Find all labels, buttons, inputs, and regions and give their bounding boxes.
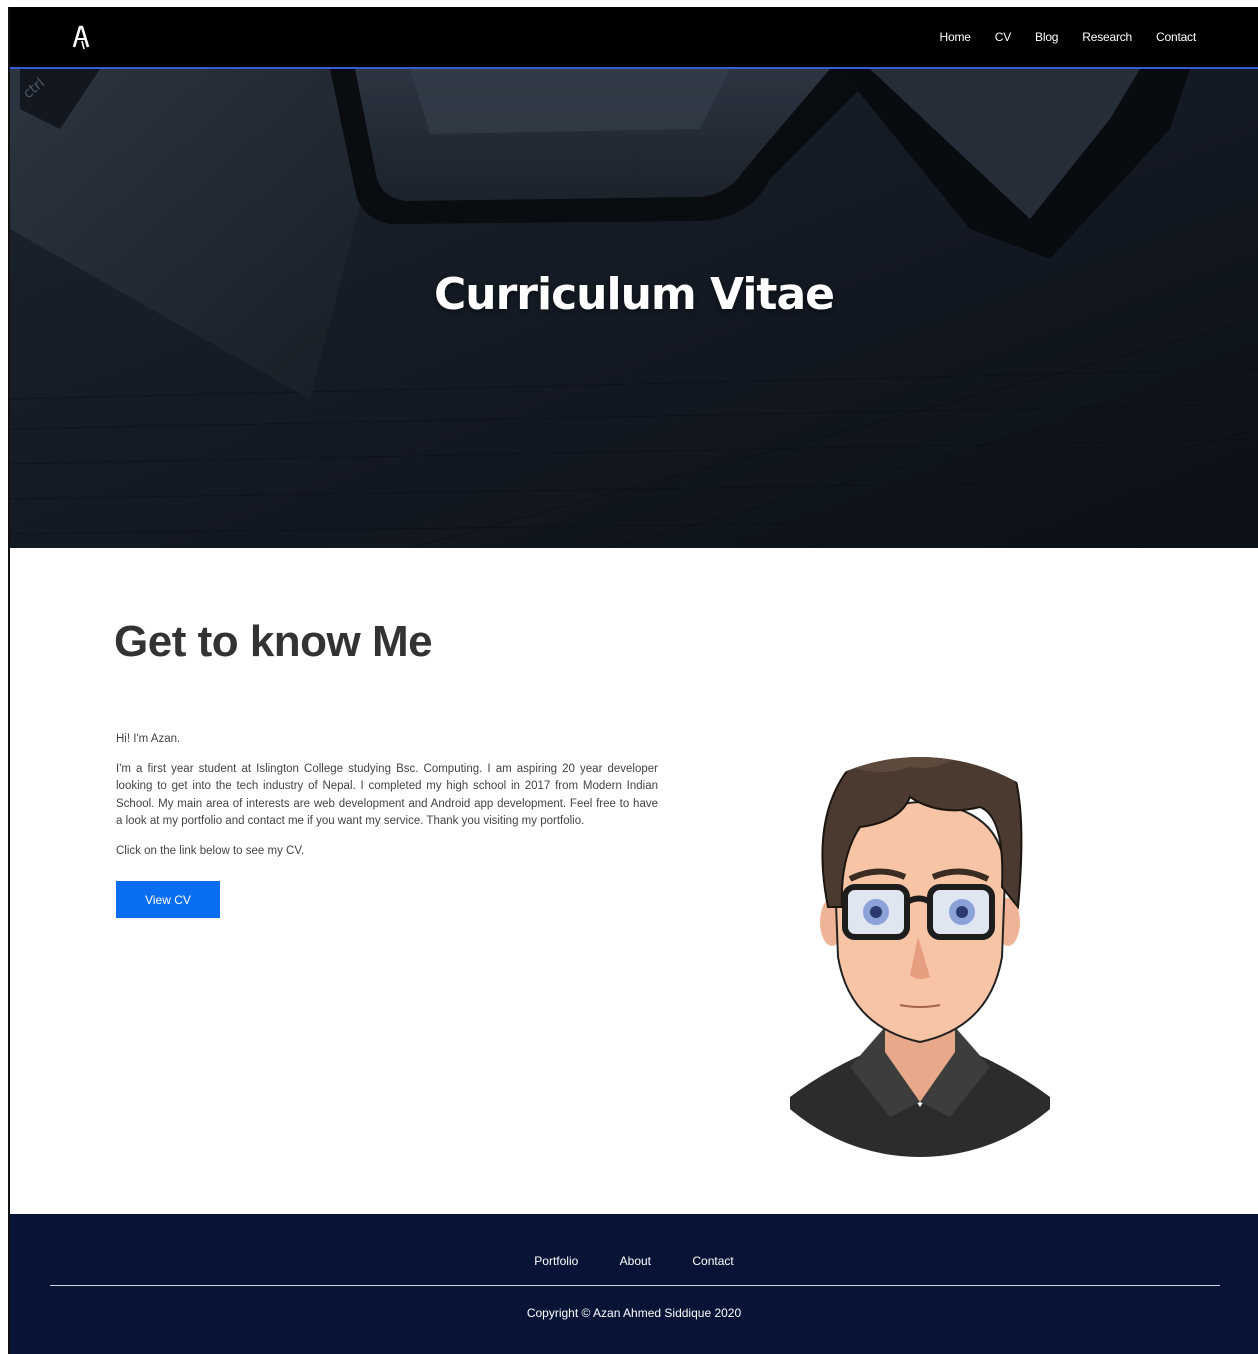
page: Home CV Blog Research Contact ctrl Curri… [8,7,1258,1354]
footer-links: Portfolio About Contact [10,1254,1258,1268]
about-text: Hi! I'm Azan. I'm a first year student a… [116,731,658,872]
hero-banner: ctrl Curriculum Vitae [10,69,1258,548]
nav-home-link[interactable]: Home [940,30,971,44]
copyright-text: Copyright © Azan Ahmed Siddique 2020 [526,1306,742,1320]
avatar-illustration [790,757,1050,1157]
about-heading: Get to know Me [114,617,433,666]
nav-research-link[interactable]: Research [1082,30,1132,44]
footer: Portfolio About Contact Copyright © Azan… [10,1214,1258,1354]
hero-title: Curriculum Vitae [433,269,835,320]
view-cv-button[interactable]: View CV [116,881,220,918]
footer-contact-link[interactable]: Contact [692,1254,733,1268]
nav-cv-link[interactable]: CV [995,30,1011,44]
navbar: Home CV Blog Research Contact [10,7,1258,69]
nav-blog-link[interactable]: Blog [1035,30,1058,44]
nav-links: Home CV Blog Research Contact [916,7,1197,67]
nav-contact-link[interactable]: Contact [1156,30,1196,44]
greeting-text: Hi! I'm Azan. [116,733,181,745]
logo-icon[interactable] [72,23,90,51]
footer-portfolio-link[interactable]: Portfolio [534,1254,578,1268]
cta-text: Click on the link below to see my CV. [116,844,305,857]
footer-about-link[interactable]: About [620,1254,651,1268]
bio-text: I'm a first year student at Islington Co… [116,762,658,828]
footer-divider [50,1285,1220,1286]
